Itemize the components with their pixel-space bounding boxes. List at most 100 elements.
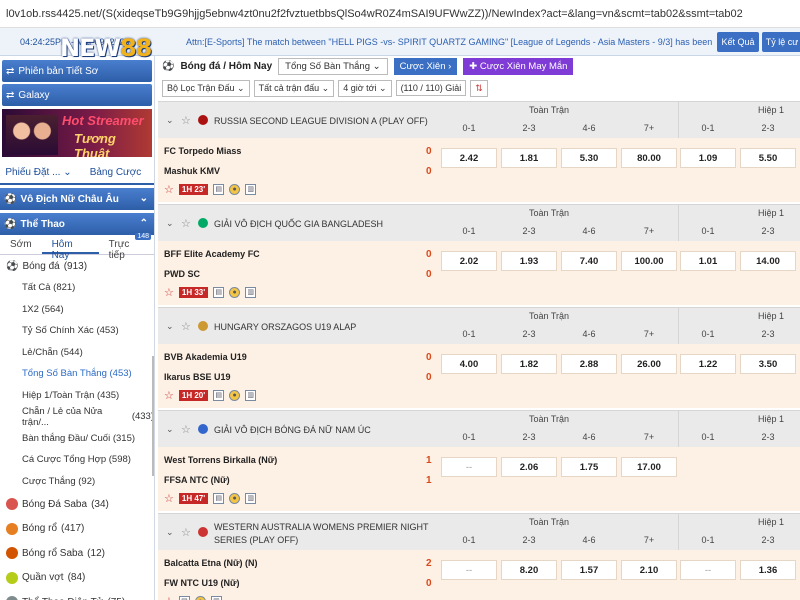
odds-cell[interactable]: 1.93 bbox=[501, 251, 557, 271]
sidebar-scrollbar[interactable] bbox=[152, 356, 154, 476]
collapse-icon[interactable]: ⌄ bbox=[166, 218, 174, 229]
odds-rate-button[interactable]: Tỷ lệ cư bbox=[762, 32, 800, 52]
star-icon[interactable]: ☆ bbox=[164, 595, 174, 600]
sport-item[interactable]: Thể Thao Điện Tử(75) bbox=[0, 590, 154, 600]
star-icon[interactable]: ☆ bbox=[164, 389, 174, 402]
collapse-icon[interactable]: ⌄ bbox=[166, 115, 174, 126]
chart-icon[interactable]: ▥ bbox=[245, 184, 257, 195]
star-icon[interactable]: ☆ bbox=[164, 492, 174, 505]
odds-cell[interactable]: 2.88 bbox=[561, 354, 617, 374]
star-icon[interactable]: ☆ bbox=[164, 183, 174, 196]
odds-cell[interactable]: 1.81 bbox=[501, 148, 557, 168]
submenu-item[interactable]: Chẵn / Lẻ của Nửa trận/... (433) bbox=[0, 406, 154, 428]
league-header[interactable]: ⌄ ☆ HUNGARY ORSZAGOS U19 ALAP Toàn Trận Hiệp… bbox=[158, 307, 800, 345]
collapse-icon[interactable]: ⌄ bbox=[166, 424, 174, 435]
live-stream-icon[interactable]: ● bbox=[229, 390, 241, 401]
sport-item[interactable]: Bóng Đá Saba (34) bbox=[0, 492, 154, 517]
tab-bet-slip[interactable]: Phiếu Đặt ... ⌄ bbox=[0, 161, 77, 183]
league-header[interactable]: ⌄ ☆ GIẢI VÔ ĐỊCH QUỐC GIA BANGLADESH Toàn T… bbox=[158, 204, 800, 242]
odds-cell[interactable]: -- bbox=[680, 560, 736, 580]
submenu-item[interactable]: Lẻ/Chẵn (544) bbox=[0, 342, 154, 364]
odds-cell[interactable]: 1.57 bbox=[561, 560, 617, 580]
section-women-euro[interactable]: ⚽ Vô Địch Nữ Châu Âu ⌄ bbox=[0, 188, 154, 210]
streamer-banner[interactable]: Hot Streamer Tương Thuật bbox=[2, 109, 152, 157]
tab-early[interactable]: Sớm bbox=[0, 235, 42, 254]
odds-cell[interactable]: 1.82 bbox=[501, 354, 557, 374]
collapse-icon[interactable]: ⌄ bbox=[166, 321, 174, 332]
odds-cell[interactable]: 8.20 bbox=[501, 560, 557, 580]
section-sports[interactable]: ⚽ Thể Thao ⌃ bbox=[0, 213, 154, 235]
site-logo[interactable]: NEW 88 bbox=[60, 30, 152, 66]
live-stream-icon[interactable]: ● bbox=[229, 184, 241, 195]
submenu-item[interactable]: Cá Cược Tổng Hợp (598) bbox=[0, 449, 154, 471]
star-icon[interactable]: ☆ bbox=[181, 217, 191, 230]
tab-odds-table[interactable]: Bảng Cược bbox=[77, 161, 154, 183]
submenu-item[interactable]: 1X2 (564) bbox=[0, 299, 154, 321]
match-filter-select[interactable]: Tất cả trận đấu ⌄ bbox=[253, 79, 335, 97]
odds-cell[interactable]: 1.75 bbox=[561, 457, 617, 477]
odds-cell[interactable]: 2.10 bbox=[621, 560, 677, 580]
odds-cell[interactable]: 4.00 bbox=[441, 354, 497, 374]
chart-icon[interactable]: ▥ bbox=[245, 390, 257, 401]
star-icon[interactable]: ☆ bbox=[164, 286, 174, 299]
sort-icon[interactable]: ⇅ bbox=[470, 79, 488, 97]
league-header[interactable]: ⌄ ☆ GIẢI VÔ ĐỊCH BÓNG ĐÁ NỮ NAM ÚC Toàn Trậ… bbox=[158, 410, 800, 448]
star-icon[interactable]: ☆ bbox=[181, 526, 191, 539]
stats-icon[interactable]: ▤ bbox=[213, 184, 225, 195]
odds-cell[interactable]: 1.09 bbox=[680, 148, 736, 168]
chart-icon[interactable]: ▥ bbox=[245, 287, 257, 298]
odds-cell[interactable]: 1.01 bbox=[680, 251, 736, 271]
stats-icon[interactable]: ▤ bbox=[213, 287, 225, 298]
parlay-button[interactable]: Cược Xiên › bbox=[393, 57, 458, 75]
live-stream-icon[interactable]: ● bbox=[229, 493, 241, 504]
odds-cell[interactable]: 7.40 bbox=[561, 251, 617, 271]
chart-icon[interactable]: ▥ bbox=[245, 493, 257, 504]
sport-item[interactable]: Bóng rổ (417) bbox=[0, 517, 154, 542]
odds-cell[interactable]: 14.00 bbox=[740, 251, 796, 271]
odds-cell[interactable]: 2.42 bbox=[441, 148, 497, 168]
live-stream-icon[interactable]: ● bbox=[229, 287, 241, 298]
lucky-parlay-button[interactable]: ✚ Cược Xiên May Mắn bbox=[463, 57, 574, 75]
odds-cell[interactable]: 2.02 bbox=[441, 251, 497, 271]
odds-cell[interactable]: 5.50 bbox=[740, 148, 796, 168]
submenu-item[interactable]: Cược Thắng (92) bbox=[0, 471, 154, 493]
league-filter-select[interactable]: Bộ Lọc Trận Đấu ⌄ bbox=[162, 79, 250, 97]
submenu-item[interactable]: Bàn thắng Đầu/ Cuối (315) bbox=[0, 428, 154, 450]
submenu-item[interactable]: Tổng Số Bàn Thắng (453) bbox=[0, 363, 154, 385]
submenu-item[interactable]: Hiệp 1/Toàn Trận (435) bbox=[0, 385, 154, 407]
sport-football[interactable]: ⚽ Bóng đá (913) bbox=[0, 255, 154, 277]
chart-icon[interactable]: ▥ bbox=[210, 596, 222, 600]
odds-cell[interactable]: 3.50 bbox=[740, 354, 796, 374]
sport-item[interactable]: Quần vợt (84) bbox=[0, 566, 154, 591]
time-filter-select[interactable]: 4 giờ tới ⌄ bbox=[338, 79, 392, 97]
live-stream-icon[interactable]: ● bbox=[194, 596, 206, 600]
odds-cell[interactable]: 2.06 bbox=[501, 457, 557, 477]
league-count-button[interactable]: (110 / 110) Giải bbox=[395, 80, 467, 96]
odds-cell[interactable]: 17.00 bbox=[621, 457, 677, 477]
market-select[interactable]: Tổng Số Bàn Thắng ⌄ bbox=[278, 57, 388, 75]
star-icon[interactable]: ☆ bbox=[181, 114, 191, 127]
odds-cell[interactable]: -- bbox=[441, 457, 497, 477]
odds-cell[interactable]: 80.00 bbox=[621, 148, 677, 168]
odds-cell[interactable]: 26.00 bbox=[621, 354, 677, 374]
collapse-icon[interactable]: ⌄ bbox=[166, 527, 174, 538]
address-bar[interactable]: l0v1ob.rss4425.net/(S(xideqseTb9G9hjjg5e… bbox=[0, 0, 800, 28]
galaxy-button[interactable]: ⇄ Galaxy bbox=[2, 84, 152, 106]
odds-cell[interactable]: 100.00 bbox=[621, 251, 677, 271]
odds-cell[interactable]: -- bbox=[441, 560, 497, 580]
league-header[interactable]: ⌄ ☆ RUSSIA SECOND LEAGUE DIVISION A (PLAY … bbox=[158, 101, 800, 139]
submenu-item[interactable]: Tỷ Số Chính Xác (453) bbox=[0, 320, 154, 342]
odds-cell[interactable]: 1.22 bbox=[680, 354, 736, 374]
stats-icon[interactable]: ▤ bbox=[213, 390, 225, 401]
sport-item[interactable]: Bóng rổ Saba (12) bbox=[0, 541, 154, 566]
odds-cell[interactable]: 5.30 bbox=[561, 148, 617, 168]
results-button[interactable]: Kết Quả bbox=[717, 32, 759, 52]
submenu-item[interactable]: Tất Cả (821) bbox=[0, 277, 154, 299]
league-header[interactable]: ⌄ ☆ WESTERN AUSTRALIA WOMENS PREMIER NIGHT… bbox=[158, 513, 800, 551]
odds-cell[interactable]: 1.36 bbox=[740, 560, 796, 580]
star-icon[interactable]: ☆ bbox=[181, 320, 191, 333]
tab-today[interactable]: Hôm Nay bbox=[41, 235, 99, 261]
stats-icon[interactable]: ▤ bbox=[178, 596, 190, 600]
star-icon[interactable]: ☆ bbox=[181, 423, 191, 436]
stats-icon[interactable]: ▤ bbox=[213, 493, 225, 504]
